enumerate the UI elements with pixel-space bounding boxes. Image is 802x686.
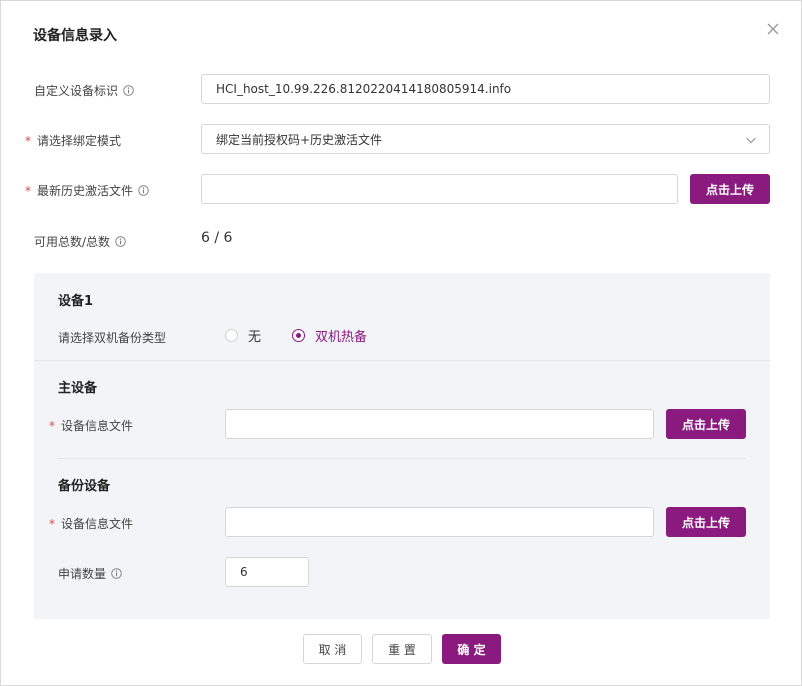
backup-file-input[interactable] xyxy=(225,507,654,537)
close-icon[interactable] xyxy=(765,21,781,37)
confirm-button[interactable]: 确 定 xyxy=(442,634,501,664)
primary-file-input[interactable] xyxy=(225,409,654,439)
primary-device-title: 主设备 xyxy=(58,381,98,396)
custom-id-label: 自定义设备标识 xyxy=(34,84,119,98)
radio-hot-standby-circle[interactable] xyxy=(292,329,305,342)
backup-upload-button[interactable]: 点击上传 xyxy=(666,507,746,537)
required-mark: * xyxy=(25,183,31,198)
required-mark: * xyxy=(25,133,31,148)
device-title: 设备1 xyxy=(58,294,94,309)
custom-id-input[interactable]: HCI_host_10.99.226.8120220414180805914.i… xyxy=(201,74,770,104)
bind-mode-select[interactable]: 绑定当前授权码+历史激活文件 xyxy=(201,124,770,154)
available-value: 6 / 6 xyxy=(201,230,233,246)
info-icon xyxy=(138,185,149,196)
primary-file-label-row: * 设备信息文件 xyxy=(49,417,133,434)
primary-upload-button[interactable]: 点击上传 xyxy=(666,409,746,439)
backup-device-title: 备份设备 xyxy=(58,479,111,494)
quantity-label-row: 申请数量 xyxy=(58,565,122,582)
latest-file-input[interactable] xyxy=(201,174,678,204)
primary-file-label: 设备信息文件 xyxy=(61,419,134,433)
info-icon xyxy=(111,568,122,579)
bind-mode-label: 请选择绑定模式 xyxy=(37,134,122,148)
device-panel: 设备1 请选择双机备份类型 无 双机热备 主设备 * 设备信息文件 点击上传 备… xyxy=(34,273,770,619)
custom-id-label-row: 自定义设备标识 xyxy=(34,82,134,99)
backup-type-label: 请选择双机备份类型 xyxy=(58,331,167,345)
reset-button[interactable]: 重 置 xyxy=(372,634,432,664)
radio-hot-standby-label: 双机热备 xyxy=(315,330,368,345)
bind-mode-value: 绑定当前授权码+历史激活文件 xyxy=(216,132,383,147)
required-mark: * xyxy=(49,516,55,531)
radio-none[interactable]: 无 xyxy=(225,326,261,345)
chevron-down-icon xyxy=(745,134,757,146)
radio-none-label: 无 xyxy=(248,330,262,345)
divider xyxy=(34,360,770,361)
quantity-label: 申请数量 xyxy=(58,567,107,581)
dialog-title: 设备信息录入 xyxy=(33,28,117,44)
radio-hot-standby[interactable]: 双机热备 xyxy=(292,326,367,345)
available-label-row: 可用总数/总数 xyxy=(34,233,126,250)
radio-none-circle[interactable] xyxy=(225,329,238,342)
cancel-button[interactable]: 取 消 xyxy=(303,634,362,664)
available-label: 可用总数/总数 xyxy=(34,235,111,249)
backup-file-label-row: * 设备信息文件 xyxy=(49,515,133,532)
bind-mode-label-row: * 请选择绑定模式 xyxy=(25,132,121,149)
divider xyxy=(58,458,746,459)
backup-file-label: 设备信息文件 xyxy=(61,517,134,531)
info-icon xyxy=(115,236,126,247)
info-icon xyxy=(123,85,134,96)
latest-file-upload-button[interactable]: 点击上传 xyxy=(690,174,770,204)
latest-file-label-row: * 最新历史激活文件 xyxy=(25,182,149,199)
quantity-input[interactable]: 6 xyxy=(225,557,309,587)
device-info-dialog: 设备信息录入 自定义设备标识 HCI_host_10.99.226.812022… xyxy=(0,0,802,686)
required-mark: * xyxy=(49,418,55,433)
latest-file-label: 最新历史激活文件 xyxy=(37,184,134,198)
